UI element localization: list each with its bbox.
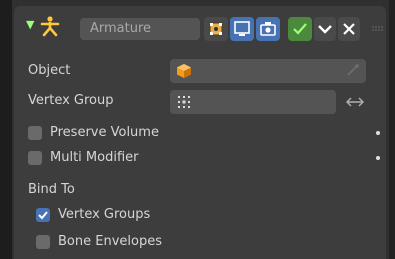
triangle-down-icon[interactable]: ▼: [26, 18, 34, 31]
bind-to-label: Bind To: [28, 182, 75, 197]
modifier-header: ▼ Armature: [14, 6, 386, 48]
viewport-display-toggle[interactable]: [230, 17, 254, 41]
close-icon: [343, 23, 355, 35]
scrollbar-track[interactable]: [389, 0, 395, 259]
armature-modifier-panel: ▼ Armature Object Vertex Group Preserve …: [14, 6, 386, 259]
render-icon: [260, 22, 276, 36]
object-label: Object: [28, 63, 71, 78]
edit-mode-toggle[interactable]: [204, 17, 228, 41]
vertex-group-icon: [178, 96, 190, 108]
bone-envelopes-label: Bone Envelopes: [58, 234, 162, 249]
keyframe-dot-icon[interactable]: [376, 131, 380, 135]
checkmark-icon: [293, 23, 307, 35]
preserve-volume-checkbox[interactable]: [28, 126, 42, 140]
keyframe-dot-icon[interactable]: [376, 156, 380, 160]
editor-left-edge: [0, 0, 12, 259]
viewport-display-icon: [234, 21, 250, 36]
modifier-menu-button[interactable]: [314, 17, 336, 41]
checkmark-icon: [38, 211, 48, 220]
edit-mode-icon: [209, 22, 223, 36]
multi-modifier-label: Multi Modifier: [50, 150, 139, 165]
chevron-down-icon: [318, 25, 332, 34]
drag-grip-icon[interactable]: [372, 26, 384, 32]
object-field[interactable]: [170, 59, 366, 83]
vertex-groups-checkbox[interactable]: [36, 208, 50, 222]
vertex-group-label: Vertex Group: [28, 93, 114, 108]
apply-button[interactable]: [288, 17, 312, 41]
render-toggle[interactable]: [256, 17, 280, 41]
bone-envelopes-checkbox[interactable]: [36, 235, 50, 249]
eyedropper-icon[interactable]: [346, 63, 360, 77]
multi-modifier-checkbox[interactable]: [28, 151, 42, 165]
modifier-name-field[interactable]: Armature: [80, 18, 200, 40]
vertex-group-field[interactable]: [170, 90, 336, 114]
invert-vertex-group-icon[interactable]: [340, 90, 370, 114]
object-cube-icon: [177, 64, 191, 78]
delete-modifier-button[interactable]: [338, 17, 360, 41]
armature-modifier-icon: [40, 16, 60, 37]
vertex-groups-label: Vertex Groups: [58, 207, 151, 222]
preserve-volume-label: Preserve Volume: [50, 125, 159, 140]
